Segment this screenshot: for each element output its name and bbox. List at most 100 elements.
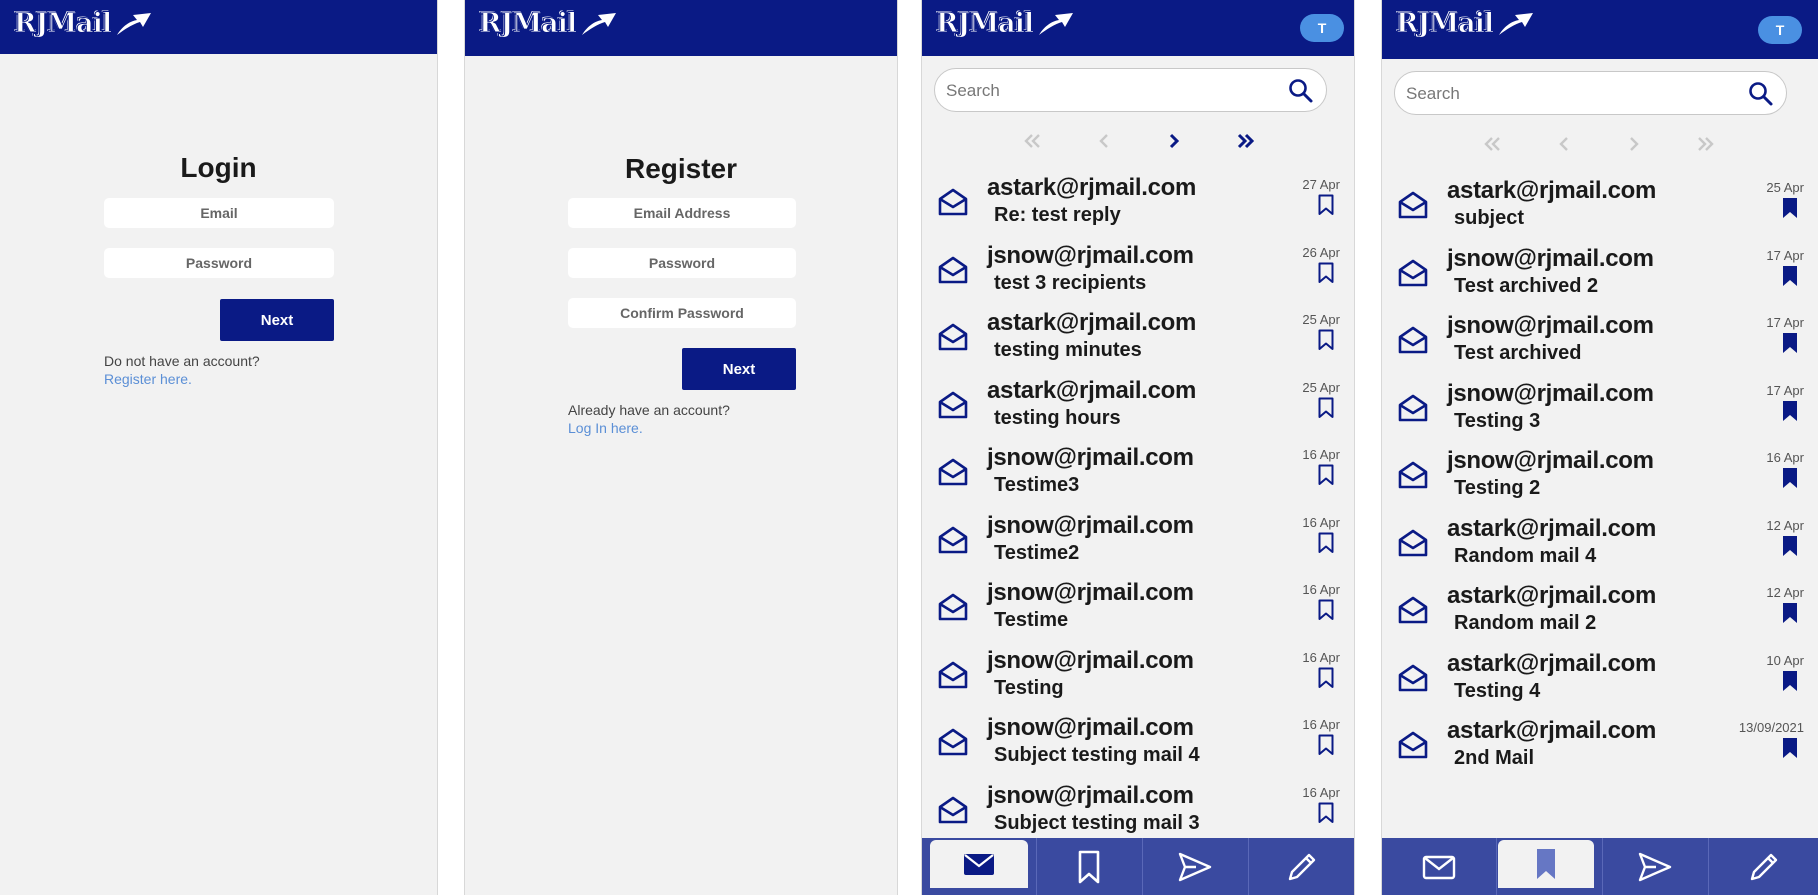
mail-item[interactable]: jsnow@rjmail.com Testing 2 16 Apr <box>1382 447 1818 515</box>
avatar[interactable]: T <box>1758 16 1802 44</box>
bookmark-filled-icon[interactable] <box>1781 400 1799 422</box>
paper-plane-icon <box>1039 12 1074 35</box>
mail-item[interactable]: jsnow@rjmail.com Test archived 17 Apr <box>1382 312 1818 380</box>
prev-page-button[interactable] <box>1090 126 1118 156</box>
mail-item[interactable]: astark@rjmail.com Random mail 2 12 Apr <box>1382 582 1818 650</box>
mail-date: 25 Apr <box>1302 379 1340 395</box>
open-envelope-icon <box>1398 664 1428 691</box>
mail-date: 17 Apr <box>1766 247 1804 263</box>
mail-item[interactable]: astark@rjmail.com 2nd Mail 13/09/2021 <box>1382 717 1818 785</box>
bookmark-filled-icon[interactable] <box>1781 670 1799 692</box>
mail-item[interactable]: jsnow@rjmail.com Testing 3 17 Apr <box>1382 380 1818 448</box>
mail-item[interactable]: jsnow@rjmail.com Test archived 2 17 Apr <box>1382 245 1818 313</box>
bookmark-filled-icon[interactable] <box>1781 197 1799 219</box>
mail-date: 12 Apr <box>1766 585 1804 600</box>
bookmark-outline-icon[interactable] <box>1317 329 1335 351</box>
app-logo[interactable]: RJMail <box>13 8 153 40</box>
open-envelope-icon <box>938 526 968 553</box>
mail-sender: jsnow@rjmail.com <box>987 511 1194 539</box>
tab-compose[interactable] <box>1248 838 1354 895</box>
mail-item[interactable]: astark@rjmail.com Testing 4 10 Apr <box>1382 650 1818 718</box>
mail-item[interactable]: astark@rjmail.com testing minutes 25 Apr <box>922 309 1354 377</box>
bookmark-outline-icon[interactable] <box>1317 194 1335 216</box>
mail-item[interactable]: astark@rjmail.com Re: test reply 27 Apr <box>922 174 1354 242</box>
mail-item[interactable]: jsnow@rjmail.com Testing 16 Apr <box>922 647 1354 715</box>
mail-subject: Subject testing mail 3 <box>994 811 1200 834</box>
search-icon[interactable] <box>1748 81 1774 107</box>
bookmark-filled-icon[interactable] <box>1781 602 1799 624</box>
last-page-button[interactable] <box>1232 126 1260 156</box>
password-field[interactable]: Password <box>104 248 334 278</box>
tab-saved[interactable] <box>1036 838 1142 895</box>
last-page-button[interactable] <box>1692 129 1720 159</box>
app-logo[interactable]: RJMail <box>1395 8 1535 40</box>
mail-date: 16 Apr <box>1302 717 1340 732</box>
login-link[interactable]: Log In here. <box>568 419 730 437</box>
mail-date: 16 Apr <box>1766 450 1804 465</box>
bookmark-outline-icon[interactable] <box>1317 599 1335 621</box>
app-logo[interactable]: RJMail <box>935 8 1075 40</box>
next-button[interactable]: Next <box>682 348 796 390</box>
first-page-button[interactable] <box>1478 129 1506 159</box>
mail-item[interactable]: jsnow@rjmail.com test 3 recipients 26 Apr <box>922 242 1354 310</box>
tab-inbox[interactable] <box>1382 838 1496 895</box>
bookmark-filled-icon[interactable] <box>1781 332 1799 354</box>
bookmark-filled-icon[interactable] <box>1781 467 1799 489</box>
mail-date: 16 Apr <box>1302 649 1340 665</box>
mail-item[interactable]: astark@rjmail.com Random mail 4 12 Apr <box>1382 515 1818 583</box>
tab-sent[interactable] <box>1142 838 1248 895</box>
tab-saved[interactable] <box>1498 840 1594 888</box>
search-input[interactable]: Search <box>1406 84 1460 104</box>
bookmark-outline-icon[interactable] <box>1317 397 1335 419</box>
mail-date: 25 Apr <box>1766 180 1804 195</box>
tab-compose[interactable] <box>1708 838 1818 895</box>
register-link[interactable]: Register here. <box>104 370 260 388</box>
bookmark-outline-icon[interactable] <box>1317 734 1335 756</box>
mail-date: 10 Apr <box>1766 652 1804 668</box>
search-input[interactable]: Search <box>946 81 1000 101</box>
next-button[interactable]: Next <box>220 299 334 341</box>
email-field[interactable]: Email <box>104 198 334 228</box>
mail-item[interactable]: jsnow@rjmail.com Testime 16 Apr <box>922 579 1354 647</box>
bookmark-outline-icon[interactable] <box>1317 667 1335 689</box>
app-logo[interactable]: RJMail <box>478 8 618 40</box>
login-title: Login <box>180 152 257 183</box>
bookmark-outline-icon[interactable] <box>1317 262 1335 284</box>
next-page-button[interactable] <box>1620 129 1648 159</box>
open-envelope-icon <box>1398 461 1428 489</box>
confirm-password-field[interactable]: Confirm Password <box>568 298 796 328</box>
search-bar[interactable]: Search <box>1394 71 1787 115</box>
mail-item[interactable]: jsnow@rjmail.com Testime3 16 Apr <box>922 444 1354 512</box>
tab-inbox[interactable] <box>930 840 1028 888</box>
first-page-button[interactable] <box>1018 126 1046 156</box>
bookmark-filled-icon[interactable] <box>1781 535 1799 557</box>
search-icon[interactable] <box>1288 78 1314 104</box>
bottom-nav <box>922 838 1354 895</box>
mail-subject: Subject testing mail 4 <box>994 744 1200 766</box>
mail-item[interactable]: jsnow@rjmail.com Subject testing mail 4 16… <box>922 714 1354 782</box>
mail-item[interactable]: astark@rjmail.com testing hours 25 Apr <box>922 377 1354 445</box>
login-hint-text: Already have an account? <box>568 402 730 418</box>
next-page-button[interactable] <box>1160 126 1188 156</box>
bookmark-outline-icon[interactable] <box>1317 532 1335 554</box>
mail-item[interactable]: jsnow@rjmail.com Testime2 16 Apr <box>922 512 1354 580</box>
tab-sent[interactable] <box>1602 838 1708 895</box>
login-screen: RJMail Login Email Password Next Do not … <box>0 0 438 895</box>
mail-sender: astark@rjmail.com <box>987 174 1197 201</box>
password-field[interactable]: Password <box>568 248 796 278</box>
bookmark-filled-icon[interactable] <box>1781 737 1799 759</box>
bookmark-outline-icon[interactable] <box>1317 802 1335 824</box>
search-bar[interactable]: Search <box>934 68 1327 112</box>
email-address-field[interactable]: Email Address <box>568 198 796 228</box>
open-envelope-icon <box>1398 596 1428 624</box>
last-page-icon <box>1237 133 1255 149</box>
prev-page-button[interactable] <box>1550 129 1578 159</box>
inbox-screen: RJMail T Search astark@rjmail.com Re: tes… <box>921 0 1355 895</box>
bookmark-outline-icon[interactable] <box>1317 464 1335 486</box>
mail-subject: Test archived <box>1454 342 1582 364</box>
avatar[interactable]: T <box>1300 14 1344 42</box>
bookmark-filled-icon[interactable] <box>1781 265 1799 287</box>
mail-sender: astark@rjmail.com <box>1447 717 1657 744</box>
logo-text: RJMail <box>478 8 577 40</box>
mail-item[interactable]: astark@rjmail.com subject 25 Apr <box>1382 177 1818 245</box>
